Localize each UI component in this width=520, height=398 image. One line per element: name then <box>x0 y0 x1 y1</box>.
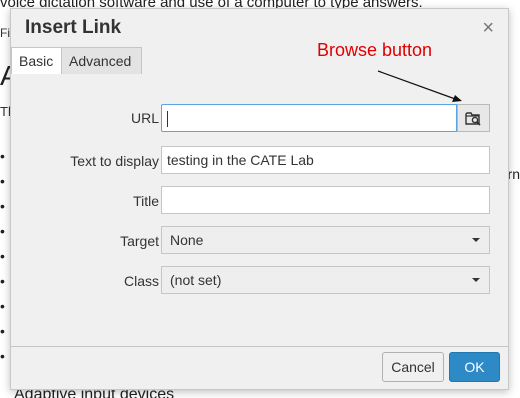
title-label: Title <box>133 193 159 209</box>
background-fragment-rn: rn <box>507 166 520 182</box>
dialog-header: Insert Link × <box>11 9 508 45</box>
background-fragment-fi: Fi <box>0 26 10 40</box>
chevron-down-icon <box>472 238 480 242</box>
target-select[interactable]: None <box>161 226 490 254</box>
bullet: • <box>0 173 5 189</box>
url-label: URL <box>130 110 159 126</box>
dialog-tabs: Basic Advanced <box>11 47 508 75</box>
text-to-display-label: Text to display <box>70 153 159 169</box>
target-select-value: None <box>170 232 204 248</box>
tab-basic[interactable]: Basic <box>11 47 62 75</box>
url-input[interactable] <box>161 104 457 132</box>
close-icon[interactable]: × <box>482 18 494 38</box>
folder-search-icon <box>465 112 481 126</box>
annotation-label: Browse button <box>317 40 433 60</box>
dialog-title: Insert Link <box>25 17 122 38</box>
class-label: Class <box>123 273 159 289</box>
text-caret <box>167 111 168 128</box>
text-to-display-input[interactable]: testing in the CATE Lab <box>161 146 490 174</box>
background-bullet-list: • • • • • • • • • <box>0 144 5 369</box>
title-input[interactable] <box>161 186 490 214</box>
bullet: • <box>0 323 5 339</box>
bullet: • <box>0 223 5 239</box>
dialog-body: URL Text to display testing in the CATE … <box>11 74 508 348</box>
bullet: • <box>0 198 5 214</box>
tab-advanced[interactable]: Advanced <box>62 47 142 74</box>
chevron-down-icon <box>472 278 480 282</box>
class-select[interactable]: (not set) <box>161 266 490 294</box>
target-label: Target <box>120 233 159 249</box>
bullet: • <box>0 273 5 289</box>
ok-button[interactable]: OK <box>449 352 500 382</box>
cancel-button[interactable]: Cancel <box>382 352 444 382</box>
browse-button[interactable] <box>457 104 490 132</box>
bullet: • <box>0 348 5 364</box>
class-select-value: (not set) <box>170 272 222 288</box>
bullet: • <box>0 298 5 314</box>
bullet: • <box>0 148 5 164</box>
insert-link-dialog: Insert Link × Basic Advanced URL Text to… <box>10 8 509 390</box>
bullet: • <box>0 248 5 264</box>
dialog-footer: Cancel OK <box>11 346 508 389</box>
